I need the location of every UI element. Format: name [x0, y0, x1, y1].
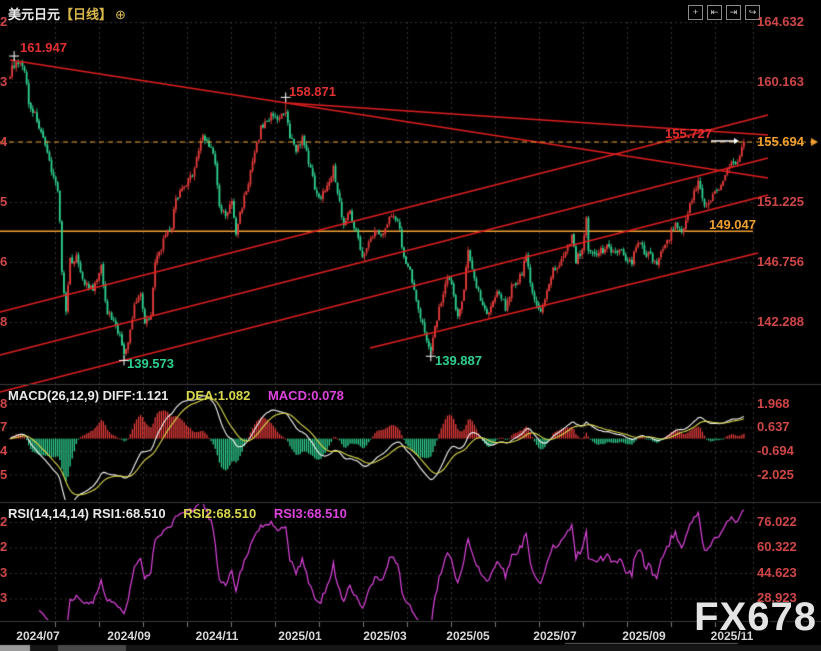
time-axis-label: 2025/09 — [622, 629, 665, 643]
symbol-title: 美元日元 — [8, 7, 60, 22]
chart-canvas[interactable] — [0, 0, 821, 651]
macd-params-label: MACD(26,12,9) — [8, 388, 99, 403]
scroll-left-button[interactable]: ⇤ — [707, 5, 722, 20]
clipped-axis-digit: 8 — [0, 397, 7, 411]
rsi-axis-label: 60.322 — [757, 540, 797, 554]
watermark: FX678 — [694, 595, 817, 640]
clipped-axis-digit: 5 — [0, 195, 7, 209]
macd-hist-value: MACD:0.078 — [268, 388, 344, 403]
price-axis-label: 151.225 — [757, 195, 804, 209]
time-axis-label: 2025/03 — [363, 629, 406, 643]
macd-axis-label: 0.637 — [757, 420, 790, 434]
rsi-panel-header: RSI(14,14,14) RSI1:68.510 RSI2:68.510 RS… — [8, 506, 347, 521]
macd-axis-label: 1.968 — [757, 397, 790, 411]
rsi2-value: RSI2:68.510 — [183, 506, 256, 521]
jump-latest-icon: ↪ — [749, 7, 757, 17]
time-axis-label: 2025/05 — [446, 629, 489, 643]
macd-axis-label: -2.025 — [757, 468, 794, 482]
price-axis-label: 146.756 — [757, 255, 804, 269]
high-2025-price-label: 158.871 — [289, 84, 336, 99]
clipped-axis-digit: 3 — [0, 75, 7, 89]
clipped-axis-digit: 2 — [0, 540, 7, 554]
clipped-axis-digit: 8 — [0, 315, 7, 329]
rsi-axis-label: 76.022 — [757, 515, 797, 529]
time-axis-label: 2024/11 — [196, 629, 239, 643]
rsi3-value: RSI3:68.510 — [274, 506, 347, 521]
period-label: 【日线】 — [60, 7, 112, 22]
macd-panel-header: MACD(26,12,9) DIFF:1.121 DEA:1.082 MACD:… — [8, 388, 344, 403]
scroll-left-icon: ⇤ — [711, 7, 719, 17]
clipped-axis-digit: 3 — [0, 566, 7, 580]
scroll-right-icon: ⇥ — [730, 7, 738, 17]
time-axis-label: 2024/09 — [107, 629, 150, 643]
rsi-params-label: RSI(14,14,14) — [8, 506, 89, 521]
rsi1-value: RSI1:68.510 — [93, 506, 166, 521]
time-axis-label: 2025/07 — [533, 629, 576, 643]
resistance-price-label: 155.727 — [665, 126, 712, 141]
clipped-axis-digit: 2 — [0, 515, 7, 529]
clipped-axis-digit: 5 — [0, 468, 7, 482]
price-axis-label: 160.163 — [757, 75, 804, 89]
macd-diff-value: DIFF:1.121 — [103, 388, 169, 403]
price-axis-label-current: 155.694 — [757, 135, 804, 149]
scroll-right-button[interactable]: ⇥ — [726, 5, 741, 20]
support-price-label: 149.047 — [709, 217, 756, 232]
rsi-axis-label: 44.623 — [757, 566, 797, 580]
clipped-axis-digit: 4 — [0, 444, 7, 458]
clipped-axis-digit: 7 — [0, 420, 7, 434]
chart-toolbar: + ⇤ ⇥ ↪ — [688, 5, 760, 20]
clipped-axis-digit: 3 — [0, 591, 7, 605]
time-axis-label: 2025/01 — [278, 629, 321, 643]
macd-dea-value: DEA:1.082 — [186, 388, 250, 403]
clipped-axis-digit: 2 — [0, 15, 7, 29]
low-2025-price-label: 139.887 — [435, 353, 482, 368]
add-indicator-icon[interactable]: ⊕ — [115, 7, 126, 22]
price-axis-label: 142.288 — [757, 315, 804, 329]
time-axis-label: 2024/07 — [16, 629, 59, 643]
trading-chart-app: 美元日元【日线】⊕ + ⇤ ⇥ ↪ 164.632 160.163 155.69… — [0, 0, 821, 651]
chart-header: 美元日元【日线】⊕ — [8, 4, 126, 23]
high-2024-price-label: 161.947 — [20, 40, 67, 55]
low-2024-price-label: 139.573 — [127, 356, 174, 371]
clipped-axis-digit: 4 — [0, 135, 7, 149]
price-axis-label: 164.632 — [757, 15, 804, 29]
clipped-axis-digit: 6 — [0, 255, 7, 269]
macd-axis-label: -0.694 — [757, 444, 794, 458]
crosshair-button[interactable]: + — [688, 5, 703, 20]
crosshair-icon: + — [693, 7, 698, 17]
